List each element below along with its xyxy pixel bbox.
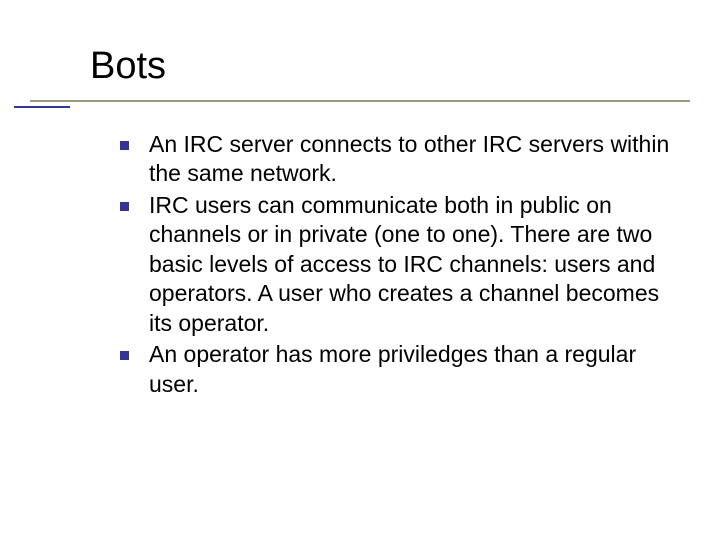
list-item: An IRC server connects to other IRC serv… xyxy=(120,130,670,189)
slide: Bots An IRC server connects to other IRC… xyxy=(0,0,720,540)
square-bullet-icon xyxy=(120,202,129,211)
square-bullet-icon xyxy=(120,351,129,360)
underline-long xyxy=(30,100,690,102)
list-item: IRC users can communicate both in public… xyxy=(120,191,670,338)
slide-title: Bots xyxy=(90,46,680,88)
bullet-text: An IRC server connects to other IRC serv… xyxy=(149,130,670,189)
title-underline xyxy=(0,96,720,116)
square-bullet-icon xyxy=(120,141,129,150)
underline-short xyxy=(14,106,70,108)
bullet-text: IRC users can communicate both in public… xyxy=(149,191,670,338)
body-content: An IRC server connects to other IRC serv… xyxy=(120,130,670,401)
title-area: Bots xyxy=(90,46,680,94)
list-item: An operator has more priviledges than a … xyxy=(120,340,670,399)
bullet-text: An operator has more priviledges than a … xyxy=(149,340,670,399)
